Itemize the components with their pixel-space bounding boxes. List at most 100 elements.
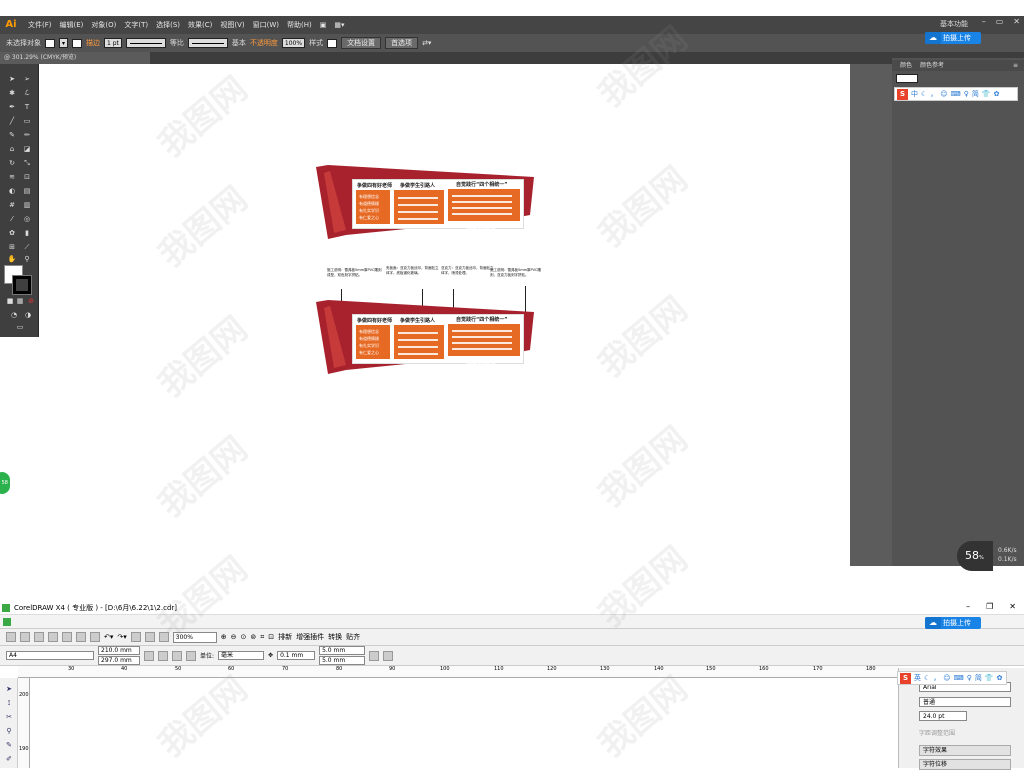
- zoom-level-dropdown[interactable]: 300%: [172, 631, 217, 643]
- current-page-icon[interactable]: [186, 650, 196, 661]
- sogou-logo-icon[interactable]: S: [900, 672, 911, 684]
- blend-icon[interactable]: ◎: [21, 214, 33, 224]
- pen-tool-icon[interactable]: ✒: [6, 102, 18, 112]
- launcher-icon[interactable]: [158, 632, 169, 642]
- opacity-label[interactable]: 不透明度: [250, 38, 278, 48]
- fill-swatch[interactable]: [45, 38, 55, 48]
- close-icon[interactable]: ✕: [1013, 17, 1020, 26]
- lasso-icon[interactable]: ℒ: [21, 88, 33, 98]
- warp-icon[interactable]: ≋: [6, 172, 18, 182]
- upload-button[interactable]: ☁ 拍摄上传: [925, 32, 981, 44]
- punct-icon[interactable]: ，: [930, 89, 937, 99]
- zoom-page-icon[interactable]: ⌗: [260, 633, 264, 642]
- hand-tool-icon[interactable]: ✋: [6, 254, 18, 264]
- workspace-switcher[interactable]: 基本功能: [940, 19, 968, 29]
- draw-object-icon[interactable]: [383, 650, 394, 661]
- dup-y-field[interactable]: 5.0 mm: [319, 656, 366, 665]
- undo-icon[interactable]: ↶▾: [104, 633, 113, 641]
- page-height-field[interactable]: 297.0 mm: [98, 656, 140, 665]
- zoom-all-icon[interactable]: ⊚: [250, 633, 256, 641]
- toolbar-convert[interactable]: 转换: [328, 632, 342, 642]
- mesh-icon[interactable]: #: [6, 200, 18, 210]
- restore-icon[interactable]: ❐: [986, 602, 993, 611]
- unit-dropdown[interactable]: 毫米: [218, 651, 265, 660]
- toolbar-arrange[interactable]: 排新: [278, 632, 292, 642]
- restore-icon[interactable]: ▭: [996, 17, 1004, 26]
- voice-icon[interactable]: ♀: [967, 674, 972, 682]
- emoji-icon[interactable]: ☺: [943, 674, 950, 682]
- menu-select[interactable]: 选择(S): [152, 20, 184, 30]
- minimize-icon[interactable]: –: [966, 602, 970, 611]
- menu-view[interactable]: 视图(V): [216, 20, 248, 30]
- redo-icon[interactable]: ↷▾: [117, 633, 126, 641]
- preferences-button[interactable]: 首选项: [385, 37, 419, 49]
- settings-icon[interactable]: ✿: [994, 90, 1000, 98]
- export-icon[interactable]: [144, 632, 155, 642]
- page-width-field[interactable]: 210.0 mm: [98, 646, 140, 655]
- pencil-icon[interactable]: ✏: [21, 130, 33, 140]
- stroke-weight[interactable]: 1 pt: [104, 38, 122, 48]
- tab-color[interactable]: 颜色: [900, 60, 912, 71]
- free-transform-icon[interactable]: ⊡: [21, 172, 33, 182]
- menu-object[interactable]: 对象(O): [87, 20, 120, 30]
- opacity-field[interactable]: 100%: [281, 38, 306, 48]
- menu-effect[interactable]: 效果(C): [184, 20, 216, 30]
- signboard-top[interactable]: 争做四有好老师 争做学生引路人 自觉践行“四个相统一” 有理想信念 有道德情操 有扎…: [316, 165, 534, 240]
- dup-x-field[interactable]: 5.0 mm: [319, 646, 366, 655]
- settings-icon[interactable]: ✿: [997, 674, 1003, 682]
- zoom-width-icon[interactable]: ⊡: [268, 633, 274, 641]
- stroke-label[interactable]: 描边: [86, 38, 100, 48]
- crop-tool-icon[interactable]: ✂: [3, 712, 15, 722]
- variable-width-profile[interactable]: [125, 38, 166, 48]
- shape-builder-icon[interactable]: ◐: [6, 186, 18, 196]
- stroke-color-box[interactable]: [12, 275, 32, 295]
- open-icon[interactable]: [20, 632, 30, 642]
- artboard-tool-icon[interactable]: ⊞: [6, 242, 18, 252]
- minimize-icon[interactable]: –: [982, 17, 986, 26]
- rotate-icon[interactable]: ↻: [6, 158, 18, 168]
- blob-brush-icon[interactable]: ⌂: [6, 144, 18, 154]
- character-shift-header[interactable]: 字符位移: [919, 759, 1011, 770]
- paintbrush-icon[interactable]: ✎: [6, 130, 18, 140]
- menu-edit[interactable]: 编辑(E): [56, 20, 88, 30]
- brush-definition[interactable]: [187, 38, 228, 48]
- copy-icon[interactable]: [76, 632, 86, 642]
- moon-icon[interactable]: ☾: [921, 90, 927, 98]
- smart-fill-icon[interactable]: ✐: [3, 754, 15, 764]
- rectangle-tool-icon[interactable]: ▭: [21, 116, 33, 126]
- font-style-dropdown[interactable]: 普通: [919, 697, 1011, 707]
- landscape-icon[interactable]: [158, 650, 168, 661]
- tab-color-guide[interactable]: 颜色参考: [920, 60, 944, 71]
- eraser-icon[interactable]: ◪: [21, 144, 33, 154]
- menu-type[interactable]: 文字(T): [120, 20, 152, 30]
- shape-tool-icon[interactable]: ⟟: [3, 698, 15, 708]
- ime-lang-toggle[interactable]: 英: [914, 673, 921, 683]
- punct-icon[interactable]: ，: [933, 673, 940, 683]
- panel-menu-icon[interactable]: ≡: [1013, 60, 1024, 71]
- fill-dropdown[interactable]: ▾: [59, 38, 69, 48]
- arrange-icon[interactable]: ▦▾: [330, 21, 348, 29]
- slice-icon[interactable]: ⟋: [21, 242, 33, 252]
- zoom-out-icon[interactable]: ⊖: [231, 633, 237, 641]
- menu-help[interactable]: 帮助(H): [283, 20, 316, 30]
- zoom-tool-icon[interactable]: ⚲: [3, 726, 15, 736]
- freehand-tool-icon[interactable]: ✎: [3, 740, 15, 750]
- upload-button-2[interactable]: ☁ 拍摄上传: [925, 617, 981, 629]
- zoom-selected-icon[interactable]: ⊙: [241, 633, 247, 641]
- pick-tool-icon[interactable]: ➤: [3, 684, 15, 694]
- selection-tool-icon[interactable]: ➤: [6, 74, 18, 84]
- draw-mode-icon[interactable]: ◔: [8, 310, 20, 320]
- eyedropper-icon[interactable]: ⁄: [6, 214, 18, 224]
- screen-mode-icon[interactable]: ▭: [14, 322, 26, 332]
- keyboard-icon[interactable]: ⌨: [954, 674, 964, 682]
- float-ball[interactable]: 58: [0, 472, 10, 494]
- zoom-in-icon[interactable]: ⊕: [221, 633, 227, 641]
- type-tool-icon[interactable]: T: [21, 102, 33, 112]
- graph-icon[interactable]: ▮: [21, 228, 33, 238]
- arrange-docs-icon[interactable]: ⇄▾: [422, 39, 431, 47]
- nudge-field[interactable]: 0.1 mm: [277, 651, 316, 660]
- skin-icon[interactable]: 👕: [985, 674, 994, 682]
- zoom-tool-icon[interactable]: ⚲: [21, 254, 33, 264]
- new-icon[interactable]: [6, 632, 16, 642]
- treat-as-filled-icon[interactable]: [369, 650, 380, 661]
